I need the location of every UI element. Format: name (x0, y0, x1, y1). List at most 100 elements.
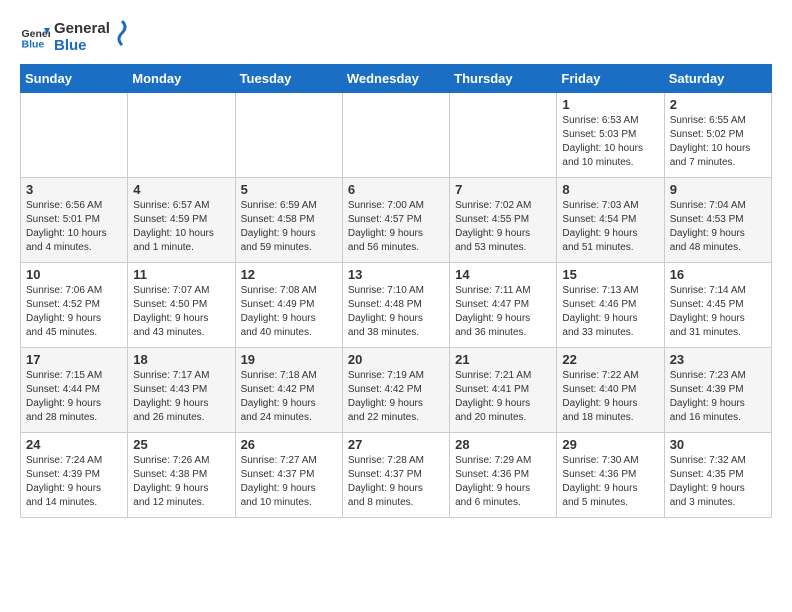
day-number: 24 (26, 437, 122, 452)
weekday-header-wednesday: Wednesday (342, 65, 449, 93)
calendar-cell: 8 Sunrise: 7:03 AM Sunset: 4:54 PM Daylig… (557, 178, 664, 263)
weekday-header-row: SundayMondayTuesdayWednesdayThursdayFrid… (21, 65, 772, 93)
day-number: 29 (562, 437, 658, 452)
calendar-cell: 25 Sunrise: 7:26 AM Sunset: 4:38 PM Dayli… (128, 433, 235, 518)
day-info: Sunrise: 7:10 AM Sunset: 4:48 PM Dayligh… (348, 284, 444, 340)
day-info: Sunrise: 7:07 AM Sunset: 4:50 PM Dayligh… (133, 284, 229, 340)
calendar-cell (450, 93, 557, 178)
calendar-week-row: 24Sunrise: 7:24 AM Sunset: 4:39 PM Dayli… (21, 433, 772, 518)
calendar-cell (21, 93, 128, 178)
calendar-cell: 11 Sunrise: 7:07 AM Sunset: 4:50 PM Dayli… (128, 263, 235, 348)
day-info: Sunrise: 7:21 AM Sunset: 4:41 PM Dayligh… (455, 369, 551, 425)
day-number: 1 (562, 97, 658, 112)
calendar-cell: 2 Sunrise: 6:55 AM Sunset: 5:02 PM Daylig… (664, 93, 771, 178)
day-number: 27 (348, 437, 444, 452)
day-info: Sunrise: 7:04 AM Sunset: 4:53 PM Dayligh… (670, 199, 766, 255)
day-info: Sunrise: 7:19 AM Sunset: 4:42 PM Dayligh… (348, 369, 444, 425)
calendar-cell: 15 Sunrise: 7:13 AM Sunset: 4:46 PM Dayli… (557, 263, 664, 348)
day-info: Sunrise: 7:08 AM Sunset: 4:49 PM Dayligh… (241, 284, 337, 340)
weekday-header-thursday: Thursday (450, 65, 557, 93)
day-info: Sunrise: 7:00 AM Sunset: 4:57 PM Dayligh… (348, 199, 444, 255)
day-number: 22 (562, 352, 658, 367)
calendar-cell: 3Sunrise: 6:56 AM Sunset: 5:01 PM Daylig… (21, 178, 128, 263)
weekday-header-sunday: Sunday (21, 65, 128, 93)
calendar-cell: 20 Sunrise: 7:19 AM Sunset: 4:42 PM Dayli… (342, 348, 449, 433)
weekday-header-saturday: Saturday (664, 65, 771, 93)
day-info: Sunrise: 7:30 AM Sunset: 4:36 PM Dayligh… (562, 454, 658, 510)
calendar-cell: 17 Sunrise: 7:15 AM Sunset: 4:44 PM Dayli… (21, 348, 128, 433)
calendar-week-row: 10 Sunrise: 7:06 AM Sunset: 4:52 PM Dayli… (21, 263, 772, 348)
calendar-cell: 1 Sunrise: 6:53 AM Sunset: 5:03 PM Daylig… (557, 93, 664, 178)
calendar-week-row: 17 Sunrise: 7:15 AM Sunset: 4:44 PM Dayli… (21, 348, 772, 433)
day-info: Sunrise: 7:11 AM Sunset: 4:47 PM Dayligh… (455, 284, 551, 340)
day-info: Sunrise: 7:26 AM Sunset: 4:38 PM Dayligh… (133, 454, 229, 510)
day-number: 2 (670, 97, 766, 112)
day-number: 5 (241, 182, 337, 197)
logo-icon: General Blue (20, 22, 50, 52)
day-number: 28 (455, 437, 551, 452)
calendar-cell: 23 Sunrise: 7:23 AM Sunset: 4:39 PM Dayli… (664, 348, 771, 433)
day-number: 3 (26, 182, 122, 197)
day-number: 11 (133, 267, 229, 282)
calendar-cell: 21 Sunrise: 7:21 AM Sunset: 4:41 PM Dayli… (450, 348, 557, 433)
day-number: 21 (455, 352, 551, 367)
calendar-cell (342, 93, 449, 178)
calendar-week-row: 1 Sunrise: 6:53 AM Sunset: 5:03 PM Daylig… (21, 93, 772, 178)
day-info: Sunrise: 7:03 AM Sunset: 4:54 PM Dayligh… (562, 199, 658, 255)
day-info: Sunrise: 7:23 AM Sunset: 4:39 PM Dayligh… (670, 369, 766, 425)
calendar-cell: 4 Sunrise: 6:57 AM Sunset: 4:59 PM Daylig… (128, 178, 235, 263)
calendar-cell: 22Sunrise: 7:22 AM Sunset: 4:40 PM Dayli… (557, 348, 664, 433)
calendar-cell: 7 Sunrise: 7:02 AM Sunset: 4:55 PM Daylig… (450, 178, 557, 263)
day-number: 25 (133, 437, 229, 452)
calendar-cell: 9Sunrise: 7:04 AM Sunset: 4:53 PM Daylig… (664, 178, 771, 263)
day-number: 10 (26, 267, 122, 282)
day-number: 23 (670, 352, 766, 367)
calendar-cell: 10 Sunrise: 7:06 AM Sunset: 4:52 PM Dayli… (21, 263, 128, 348)
day-number: 4 (133, 182, 229, 197)
calendar-cell: 27Sunrise: 7:28 AM Sunset: 4:37 PM Dayli… (342, 433, 449, 518)
day-info: Sunrise: 7:15 AM Sunset: 4:44 PM Dayligh… (26, 369, 122, 425)
day-number: 6 (348, 182, 444, 197)
day-number: 7 (455, 182, 551, 197)
calendar-cell: 18Sunrise: 7:17 AM Sunset: 4:43 PM Dayli… (128, 348, 235, 433)
day-number: 8 (562, 182, 658, 197)
calendar-cell: 14 Sunrise: 7:11 AM Sunset: 4:47 PM Dayli… (450, 263, 557, 348)
logo-general: General (54, 20, 110, 37)
day-number: 16 (670, 267, 766, 282)
day-info: Sunrise: 6:57 AM Sunset: 4:59 PM Dayligh… (133, 199, 229, 255)
logo-blue: Blue (54, 37, 110, 54)
day-number: 14 (455, 267, 551, 282)
day-info: Sunrise: 6:55 AM Sunset: 5:02 PM Dayligh… (670, 114, 766, 170)
calendar-cell: 13 Sunrise: 7:10 AM Sunset: 4:48 PM Dayli… (342, 263, 449, 348)
calendar-cell: 30Sunrise: 7:32 AM Sunset: 4:35 PM Dayli… (664, 433, 771, 518)
day-number: 12 (241, 267, 337, 282)
day-info: Sunrise: 7:27 AM Sunset: 4:37 PM Dayligh… (241, 454, 337, 510)
calendar-cell: 19Sunrise: 7:18 AM Sunset: 4:42 PM Dayli… (235, 348, 342, 433)
logo: General Blue General Blue (20, 20, 132, 54)
day-number: 13 (348, 267, 444, 282)
calendar-cell: 28Sunrise: 7:29 AM Sunset: 4:36 PM Dayli… (450, 433, 557, 518)
calendar-cell (128, 93, 235, 178)
calendar-cell: 16 Sunrise: 7:14 AM Sunset: 4:45 PM Dayli… (664, 263, 771, 348)
day-number: 17 (26, 352, 122, 367)
day-number: 20 (348, 352, 444, 367)
day-number: 15 (562, 267, 658, 282)
calendar-cell: 24Sunrise: 7:24 AM Sunset: 4:39 PM Dayli… (21, 433, 128, 518)
weekday-header-monday: Monday (128, 65, 235, 93)
day-info: Sunrise: 6:53 AM Sunset: 5:03 PM Dayligh… (562, 114, 658, 170)
day-number: 26 (241, 437, 337, 452)
day-info: Sunrise: 7:13 AM Sunset: 4:46 PM Dayligh… (562, 284, 658, 340)
calendar-table: SundayMondayTuesdayWednesdayThursdayFrid… (20, 64, 772, 518)
svg-text:Blue: Blue (22, 39, 45, 51)
day-number: 18 (133, 352, 229, 367)
logo-wave-icon (112, 19, 132, 47)
day-info: Sunrise: 7:14 AM Sunset: 4:45 PM Dayligh… (670, 284, 766, 340)
calendar-cell: 29 Sunrise: 7:30 AM Sunset: 4:36 PM Dayli… (557, 433, 664, 518)
day-info: Sunrise: 7:06 AM Sunset: 4:52 PM Dayligh… (26, 284, 122, 340)
day-info: Sunrise: 6:59 AM Sunset: 4:58 PM Dayligh… (241, 199, 337, 255)
day-info: Sunrise: 7:32 AM Sunset: 4:35 PM Dayligh… (670, 454, 766, 510)
calendar-week-row: 3Sunrise: 6:56 AM Sunset: 5:01 PM Daylig… (21, 178, 772, 263)
weekday-header-friday: Friday (557, 65, 664, 93)
day-info: Sunrise: 7:02 AM Sunset: 4:55 PM Dayligh… (455, 199, 551, 255)
calendar-cell (235, 93, 342, 178)
